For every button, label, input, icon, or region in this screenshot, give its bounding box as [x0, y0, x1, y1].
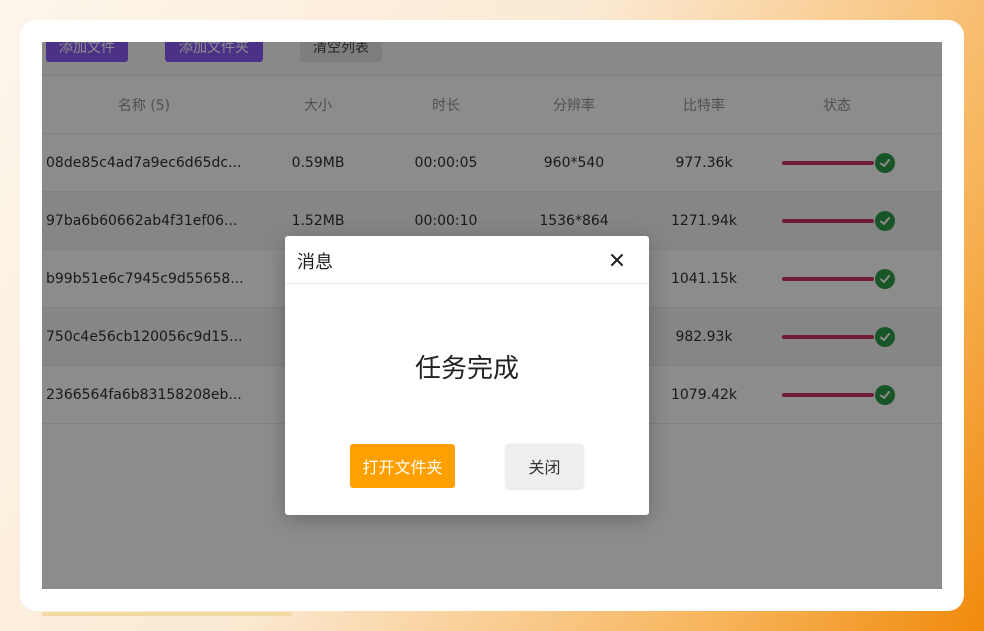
dialog-header: 消息 [285, 236, 649, 284]
dialog-close-button[interactable]: 关闭 [506, 444, 583, 488]
dialog-message: 任务完成 [414, 354, 519, 384]
message-dialog: 消息 任务完成 打开文件夹 关闭 [285, 236, 649, 515]
dialog-title: 消息 [297, 252, 333, 273]
close-icon[interactable] [605, 248, 629, 272]
decorative-accent-line [42, 612, 292, 616]
open-folder-button[interactable]: 打开文件夹 [350, 444, 455, 488]
